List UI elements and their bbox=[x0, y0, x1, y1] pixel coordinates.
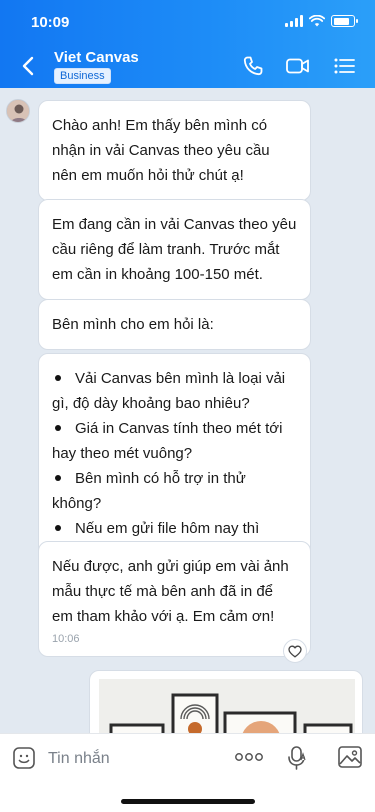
bullet-icon bbox=[55, 425, 61, 432]
message-time: 10:06 bbox=[52, 633, 80, 645]
reaction-heart-icon[interactable] bbox=[283, 639, 307, 663]
chat-title-block[interactable]: Viet Canvas Business bbox=[54, 49, 139, 84]
status-time: 10:09 bbox=[31, 14, 70, 31]
list-item-text: Vải Canvas bên mình là loại vải gì, độ d… bbox=[52, 370, 286, 412]
phone-icon[interactable] bbox=[240, 54, 266, 78]
list-item: Bên mình có hỗ trợ in thử không? bbox=[52, 466, 297, 516]
message-text: Nếu được, anh gửi giúp em vài ảnh mẫu th… bbox=[52, 558, 289, 625]
message-bubble[interactable]: Em đang cần in vải Canvas theo yêu cầu r… bbox=[38, 199, 311, 300]
question-list: Vải Canvas bên mình là loại vải gì, độ d… bbox=[52, 366, 297, 566]
business-badge: Business bbox=[54, 68, 111, 84]
contact-avatar[interactable] bbox=[6, 99, 30, 123]
list-item-text: Bên mình có hỗ trợ in thử không? bbox=[52, 470, 246, 512]
bullet-icon bbox=[55, 525, 61, 532]
more-options-icon[interactable] bbox=[235, 752, 263, 762]
back-chevron-icon[interactable] bbox=[18, 54, 40, 78]
message-text: Em đang cần in vải Canvas theo yêu cầu r… bbox=[52, 216, 297, 283]
message-text: Bên mình cho em hỏi là: bbox=[52, 316, 214, 333]
bullet-icon bbox=[55, 375, 61, 382]
signal-icon bbox=[285, 15, 303, 27]
message-input[interactable]: Tin nhắn bbox=[48, 750, 110, 768]
battery-fill bbox=[333, 17, 349, 25]
list-item: Giá in Canvas tính theo mét tới hay theo… bbox=[52, 416, 297, 466]
message-bubble[interactable]: Bên mình cho em hỏi là: bbox=[38, 299, 311, 350]
battery-icon bbox=[331, 15, 358, 27]
video-call-icon[interactable] bbox=[285, 54, 311, 78]
list-item: Vải Canvas bên mình là loại vải gì, độ d… bbox=[52, 366, 297, 416]
voice-mic-icon[interactable] bbox=[286, 745, 308, 771]
message-text: Chào anh! Em thấy bên mình có nhận in vả… bbox=[52, 117, 270, 184]
list-item-text: Giá in Canvas tính theo mét tới hay theo… bbox=[52, 420, 283, 462]
chat-title: Viet Canvas bbox=[54, 49, 139, 66]
status-icons bbox=[285, 15, 358, 27]
image-gallery-icon[interactable] bbox=[337, 745, 363, 769]
message-bubble[interactable]: Chào anh! Em thấy bên mình có nhận in vả… bbox=[38, 100, 311, 201]
sticker-icon[interactable] bbox=[12, 746, 36, 770]
home-indicator bbox=[121, 799, 255, 804]
menu-list-icon[interactable] bbox=[332, 54, 358, 78]
chat-header: 10:09 Viet Canvas Business bbox=[0, 0, 375, 88]
wifi-icon bbox=[309, 15, 325, 27]
message-bubble[interactable]: Nếu được, anh gửi giúp em vài ảnh mẫu th… bbox=[38, 541, 311, 657]
avatar-image bbox=[7, 100, 29, 122]
bullet-icon bbox=[55, 475, 61, 482]
status-bar: 10:09 bbox=[0, 0, 375, 44]
